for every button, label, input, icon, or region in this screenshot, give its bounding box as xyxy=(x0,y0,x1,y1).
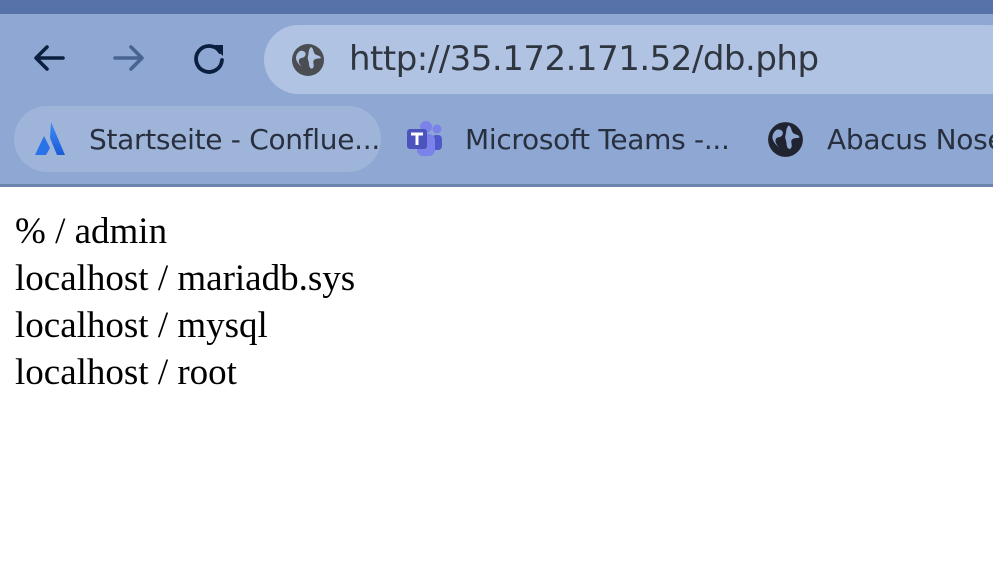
bookmark-confluence[interactable]: Startseite - Conflue... xyxy=(14,106,381,172)
browser-toolbar: http://35.172.171.52/db.php xyxy=(0,14,993,104)
bookmarks-bar: Startseite - Conflue... Microsoft Teams … xyxy=(0,104,993,184)
back-icon xyxy=(34,45,65,71)
bookmark-label: Startseite - Conflue... xyxy=(89,122,380,156)
globe-icon[interactable] xyxy=(291,43,325,77)
confluence-icon xyxy=(35,122,65,155)
bookmark-abacus[interactable]: Abacus Nose xyxy=(767,106,993,172)
bookmark-label: Microsoft Teams -... xyxy=(465,122,730,156)
window-top-strip xyxy=(0,0,993,14)
bookmark-label: Abacus Nose xyxy=(827,122,993,156)
db-user-line: % / admin xyxy=(15,211,168,252)
page-content: % / admin localhost / mariadb.sys localh… xyxy=(15,208,355,396)
forward-icon xyxy=(113,45,144,71)
teams-icon xyxy=(407,121,442,156)
address-bar[interactable]: http://35.172.171.52/db.php xyxy=(264,25,993,94)
db-user-line: localhost / mariadb.sys xyxy=(15,258,356,299)
back-button[interactable] xyxy=(27,36,71,80)
reload-button[interactable] xyxy=(187,36,231,80)
reload-icon xyxy=(194,44,224,74)
bookmark-teams[interactable]: Microsoft Teams -... xyxy=(404,106,730,172)
globe-icon xyxy=(768,121,803,157)
toolbar-divider xyxy=(0,184,993,187)
db-user-line: localhost / mysql xyxy=(15,305,268,346)
forward-button[interactable] xyxy=(107,36,151,80)
url-text[interactable]: http://35.172.171.52/db.php xyxy=(349,39,819,79)
db-user-line: localhost / root xyxy=(15,352,237,393)
